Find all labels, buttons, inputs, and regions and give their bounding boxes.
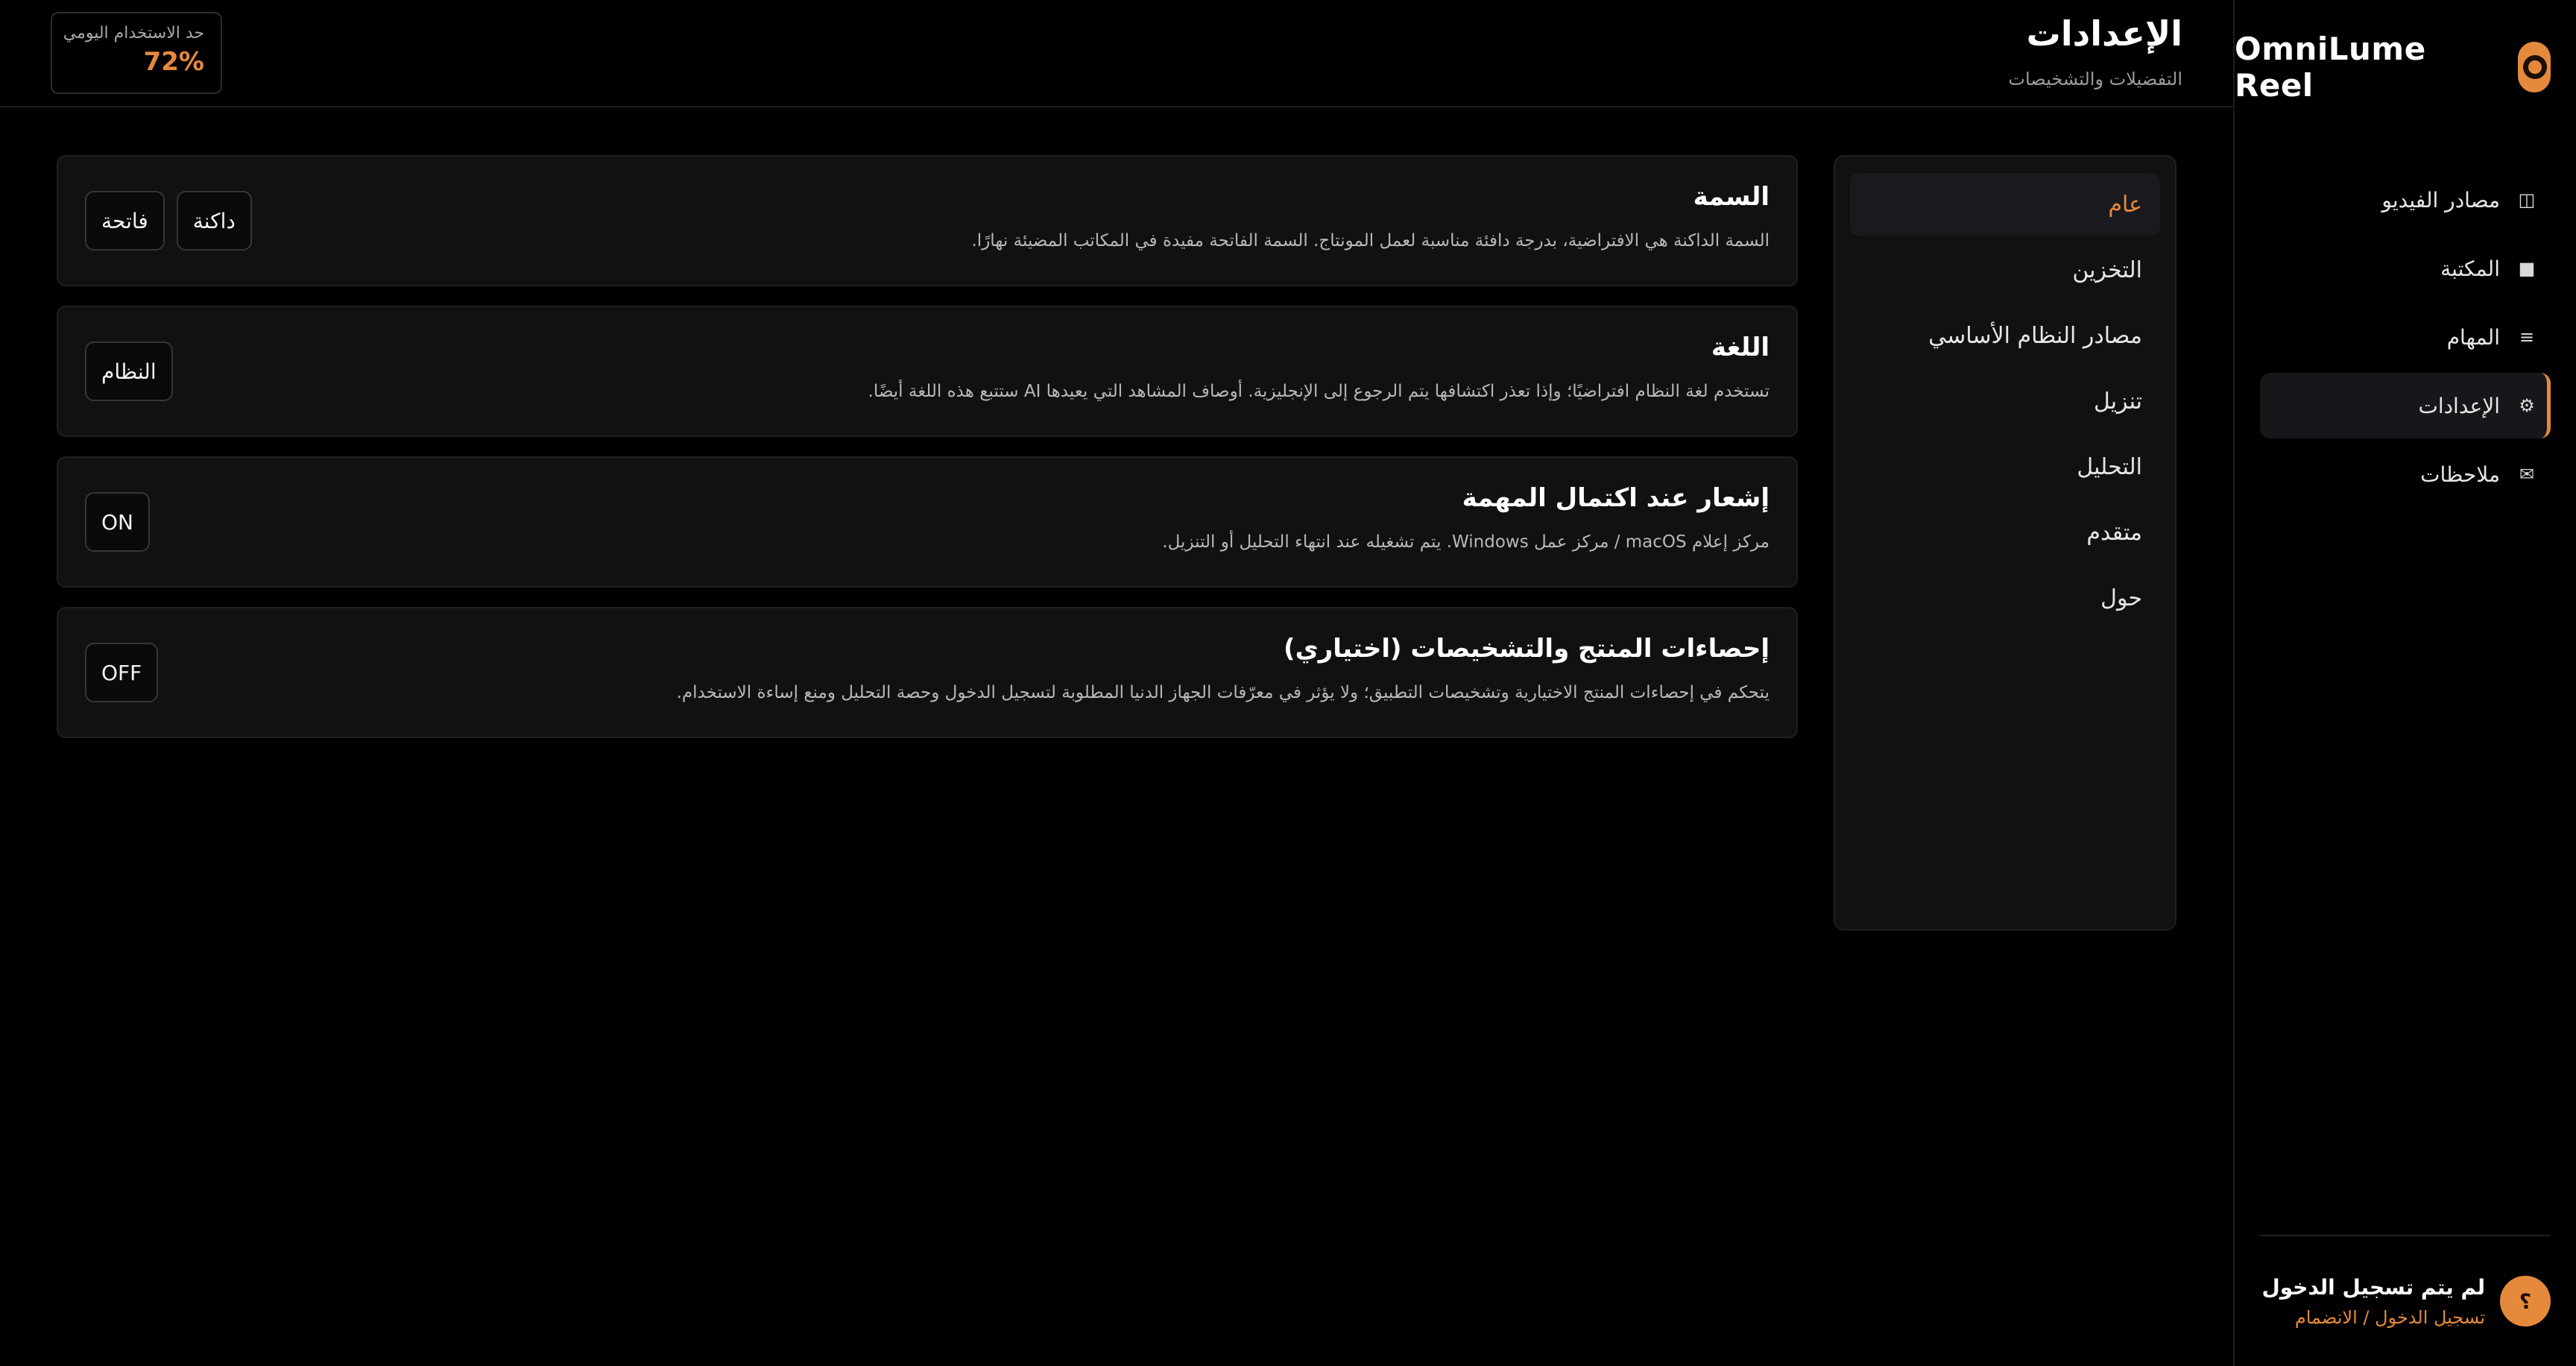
page-subtitle: التفضيلات والتشخيصات [2008, 69, 2182, 89]
settings-categories: عام التخزين مصادر النظام الأساسي تنزيل ا… [1834, 155, 2176, 931]
avatar[interactable]: ؟ [2500, 1276, 2551, 1326]
language-setting-card: اللغة تستخدم لغة النظام افتراضيًا؛ وإذا … [57, 306, 1798, 437]
category-about[interactable]: حول [1850, 567, 2160, 629]
sidebar-item-label: ملاحظات [2420, 462, 2500, 487]
theme-light-button[interactable]: فاتحة [85, 191, 165, 251]
page-title: الإعدادات [2026, 13, 2182, 54]
app-root: OmniLume Reel ◫ مصادر الفيديو ■ المكتبة … [0, 0, 2576, 1366]
theme-dark-button[interactable]: داكنة [176, 191, 252, 251]
sidebar-item-feedback[interactable]: ✉ ملاحظات [2260, 441, 2551, 507]
sidebar: OmniLume Reel ◫ مصادر الفيديو ■ المكتبة … [2233, 0, 2576, 1366]
category-download[interactable]: تنزيل [1850, 370, 2160, 432]
notify-setting-card: إشعار عند اكتمال المهمة مركز إعلام macOS… [57, 456, 1798, 588]
category-advanced[interactable]: متقدم [1850, 501, 2160, 564]
envelope-icon: ✉ [2519, 464, 2535, 485]
usage-value: 72% [143, 47, 204, 77]
sidebar-item-label: مصادر الفيديو [2381, 187, 2500, 213]
category-analysis[interactable]: التحليل [1850, 435, 2160, 498]
sidebar-item-settings[interactable]: ⚙ الإعدادات [2260, 373, 2551, 438]
theme-setting-card: السمة السمة الداكنة هي الافتراضية، بدرجة… [57, 155, 1798, 286]
language-options: النظام [85, 342, 173, 401]
gear-icon: ⚙ [2519, 395, 2535, 416]
setting-title: إحصاءات المنتج والتشخيصات (اختياري) [1284, 634, 1770, 664]
sidebar-item-label: الإعدادات [2418, 393, 2500, 418]
library-icon: ■ [2518, 258, 2536, 279]
notify-options: ON [85, 492, 150, 552]
sidebar-item-library[interactable]: ■ المكتبة [2260, 236, 2551, 301]
account-text: لم يتم تسجيل الدخول تسجيل الدخول / الانض… [2261, 1275, 2485, 1328]
video-sources-icon: ◫ [2518, 189, 2536, 210]
daily-usage-badge: حد الاستخدام اليومي 72% [51, 12, 222, 94]
category-storage[interactable]: التخزين [1850, 239, 2160, 301]
settings-cards: السمة السمة الداكنة هي الافتراضية، بدرجة… [57, 155, 1798, 758]
sidebar-item-tasks[interactable]: ≡ المهام [2260, 304, 2551, 370]
account-panel: ؟ لم يتم تسجيل الدخول تسجيل الدخول / الا… [2260, 1235, 2551, 1366]
telemetry-setting-card: إحصاءات المنتج والتشخيصات (اختياري) يتحك… [57, 607, 1798, 738]
setting-title: السمة [1693, 182, 1770, 212]
setting-description: يتحكم في إحصاءات المنتج الاختيارية وتشخي… [676, 683, 1770, 702]
sidebar-nav: ◫ مصادر الفيديو ■ المكتبة ≡ المهام ⚙ الإ… [2260, 167, 2551, 510]
language-select-button[interactable]: النظام [85, 342, 173, 401]
telemetry-options: OFF [85, 643, 159, 702]
category-general[interactable]: عام [1850, 173, 2160, 236]
login-link[interactable]: تسجيل الدخول / الانضمام [2261, 1307, 2485, 1328]
setting-title: إشعار عند اكتمال المهمة [1462, 483, 1770, 513]
account-status: لم يتم تسجيل الدخول [2261, 1274, 2485, 1300]
setting-description: السمة الداكنة هي الافتراضية، بدرجة دافئة… [971, 231, 1770, 251]
page-header: الإعدادات التفضيلات والتشخيصات حد الاستخ… [0, 0, 2233, 107]
setting-title: اللغة [1711, 333, 1770, 362]
telemetry-toggle-button[interactable]: OFF [85, 643, 159, 702]
theme-options: فاتحة داكنة [85, 191, 252, 251]
brand-name: OmniLume Reel [2235, 31, 2426, 104]
usage-label: حد الاستخدام اليومي [63, 24, 204, 43]
sidebar-item-label: المهام [2446, 324, 2500, 350]
tasks-list-icon: ≡ [2519, 327, 2535, 347]
setting-description: مركز إعلام macOS / مركز عمل Windows. يتم… [1162, 532, 1770, 552]
sidebar-item-video-sources[interactable]: ◫ مصادر الفيديو [2260, 167, 2551, 233]
film-reel-logo-icon [2518, 42, 2551, 92]
sidebar-item-label: المكتبة [2440, 256, 2500, 281]
brand[interactable]: OmniLume Reel [2235, 31, 2551, 104]
setting-description: تستخدم لغة النظام افتراضيًا؛ وإذا تعذر ا… [868, 382, 1770, 401]
notify-toggle-button[interactable]: ON [85, 492, 150, 552]
category-platform-sources[interactable]: مصادر النظام الأساسي [1850, 304, 2160, 367]
